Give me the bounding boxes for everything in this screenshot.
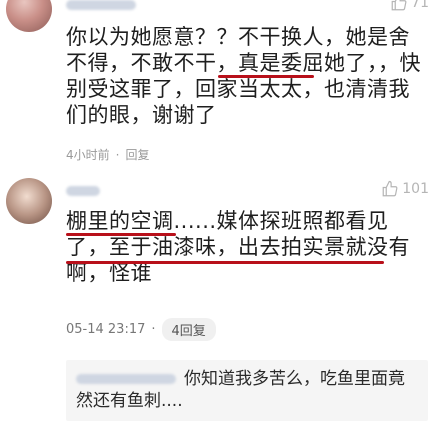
comment-time: 4小时前 <box>66 148 110 162</box>
like-count: 71 <box>411 0 429 11</box>
like-button[interactable]: 101 <box>381 180 429 198</box>
replies-button[interactable]: 4回复 <box>161 318 216 341</box>
like-count: 101 <box>402 181 429 197</box>
meta-separator: · <box>115 147 120 162</box>
thumbs-up-icon <box>391 0 407 11</box>
red-underline <box>66 233 176 236</box>
meta-separator: · <box>151 322 156 337</box>
username-blurred[interactable] <box>66 0 136 10</box>
comment-meta: 4小时前 · 回复 <box>66 146 149 163</box>
username-blurred[interactable] <box>66 186 100 196</box>
reply-button[interactable]: 回复 <box>125 146 149 163</box>
like-button[interactable]: 71 <box>390 0 429 12</box>
comment-meta: 05-14 23:17 · 4回复 <box>66 318 216 341</box>
avatar[interactable] <box>6 0 52 32</box>
comment-text: 棚里的空调......媒体探班照都看见了，至于油漆味，出去拍实景就没有啊，怪谁 <box>66 209 410 285</box>
reply-text: 你知道我多苦么，吃鱼里面竟然还有鱼刺.... <box>76 369 405 411</box>
red-underline <box>66 261 384 264</box>
thumbs-up-icon <box>382 180 398 197</box>
reply-preview[interactable]: 你知道我多苦么，吃鱼里面竟然还有鱼刺.... <box>66 360 428 421</box>
comment-time: 05-14 23:17 <box>66 322 146 337</box>
red-underline <box>218 75 314 78</box>
avatar[interactable] <box>6 178 52 224</box>
